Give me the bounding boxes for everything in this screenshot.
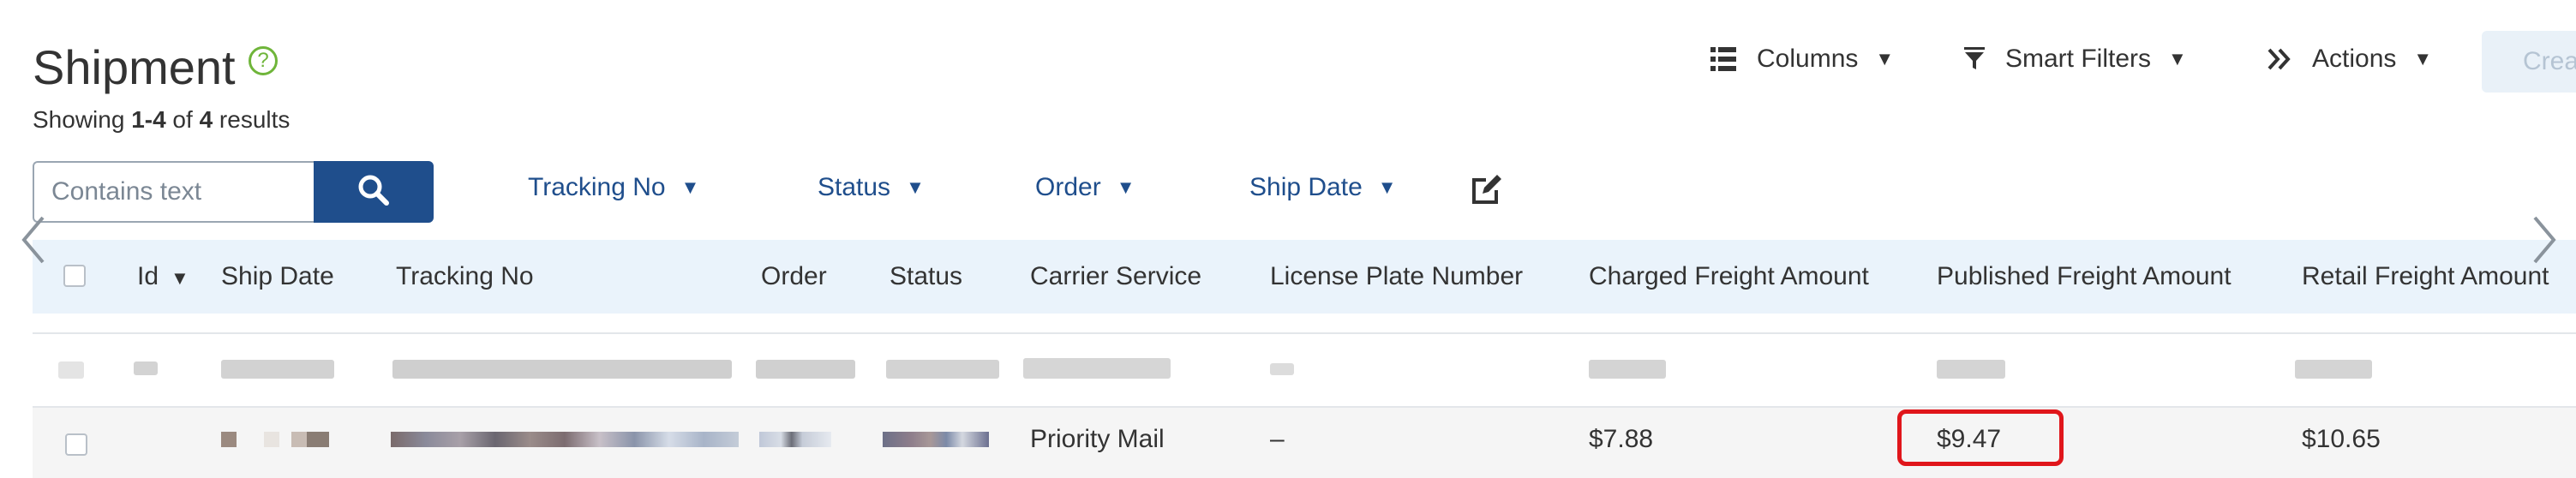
redacted-ship-date bbox=[221, 360, 334, 379]
caret-down-icon: ▼ bbox=[1116, 176, 1135, 198]
search-button[interactable] bbox=[314, 161, 434, 223]
redacted-retail bbox=[2295, 360, 2372, 379]
redacted-id bbox=[134, 361, 158, 375]
results-count: Showing 1-4 of 4 results bbox=[33, 106, 291, 133]
chevron-right-icon[interactable] bbox=[2526, 214, 2561, 266]
redacted-tracking-no bbox=[392, 360, 732, 379]
columns-button[interactable]: Columns ▼ bbox=[1710, 38, 1894, 81]
column-header-published-freight[interactable]: Published Freight Amount bbox=[1937, 240, 2232, 314]
row-checkbox[interactable] bbox=[65, 433, 87, 456]
page-title: Shipment bbox=[33, 40, 236, 94]
caret-down-icon: ▼ bbox=[1875, 48, 1895, 69]
carrier-service-cell: Priority Mail bbox=[1030, 425, 1165, 453]
edit-icon[interactable] bbox=[1471, 173, 1503, 210]
search-input[interactable] bbox=[33, 161, 315, 223]
search-icon bbox=[357, 174, 390, 211]
highlight-box bbox=[1897, 409, 2064, 466]
column-header-carrier-service[interactable]: Carrier Service bbox=[1030, 240, 1201, 314]
column-header-status[interactable]: Status bbox=[890, 240, 962, 314]
license-plate-cell: – bbox=[1270, 425, 1285, 453]
redacted-tracking-no bbox=[391, 432, 739, 447]
caret-down-icon: ▼ bbox=[1377, 176, 1397, 198]
redacted-order bbox=[759, 432, 831, 447]
smart-filters-button[interactable]: Smart Filters ▼ bbox=[1964, 38, 2187, 81]
redacted-order bbox=[756, 360, 855, 379]
list-icon bbox=[1710, 47, 1736, 71]
caret-down-icon: ▼ bbox=[906, 176, 925, 198]
column-header-tracking-no[interactable]: Tracking No bbox=[396, 240, 534, 314]
column-header-charged-freight[interactable]: Charged Freight Amount bbox=[1589, 240, 1869, 314]
retail-freight-cell: $10.65 bbox=[2302, 425, 2381, 453]
caret-down-icon: ▼ bbox=[2168, 48, 2187, 69]
column-header-license-plate[interactable]: License Plate Number bbox=[1270, 240, 1523, 314]
redacted-status bbox=[886, 360, 999, 379]
double-chevron-right-icon bbox=[2267, 48, 2291, 70]
redacted-checkbox bbox=[58, 361, 84, 379]
column-header-id[interactable]: Id ▼ bbox=[137, 240, 189, 314]
chevron-left-icon[interactable] bbox=[17, 214, 51, 266]
actions-button[interactable]: Actions ▼ bbox=[2267, 38, 2432, 81]
filter-order[interactable]: Order ▼ bbox=[1035, 173, 1135, 202]
create-button[interactable]: Crea bbox=[2482, 31, 2576, 93]
help-icon[interactable]: ? bbox=[249, 46, 278, 75]
caret-down-icon: ▼ bbox=[171, 267, 189, 289]
column-header-retail-freight[interactable]: Retail Freight Amount bbox=[2302, 240, 2549, 314]
filter-status[interactable]: Status ▼ bbox=[818, 173, 925, 202]
select-all-checkbox[interactable] bbox=[63, 265, 86, 287]
caret-down-icon: ▼ bbox=[680, 176, 700, 198]
charged-freight-cell: $7.88 bbox=[1589, 425, 1654, 453]
redacted-status bbox=[883, 432, 989, 447]
funnel-icon bbox=[1964, 47, 1985, 71]
redacted-ship-date bbox=[221, 432, 329, 447]
caret-down-icon: ▼ bbox=[2413, 48, 2433, 69]
redacted-license-plate bbox=[1270, 363, 1294, 375]
column-header-order[interactable]: Order bbox=[761, 240, 827, 314]
redacted-published bbox=[1937, 360, 2005, 379]
redacted-charged bbox=[1589, 360, 1666, 379]
table-row[interactable] bbox=[33, 334, 2576, 406]
filter-ship-date[interactable]: Ship Date ▼ bbox=[1249, 173, 1397, 202]
column-header-ship-date[interactable]: Ship Date bbox=[221, 240, 334, 314]
redacted-carrier-service bbox=[1023, 358, 1171, 379]
filter-tracking-no[interactable]: Tracking No ▼ bbox=[528, 173, 699, 202]
